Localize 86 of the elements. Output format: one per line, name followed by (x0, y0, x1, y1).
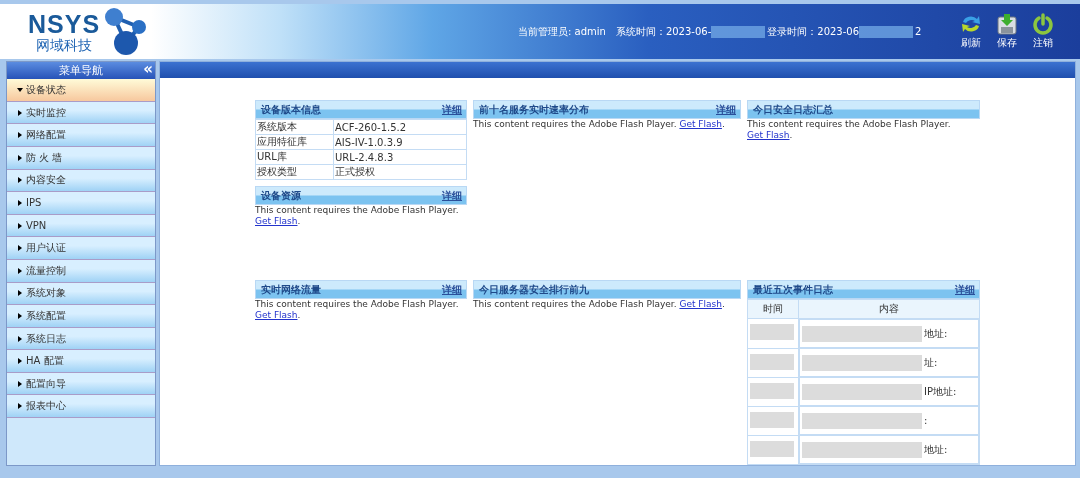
logout-button[interactable]: 注销 (1032, 13, 1054, 51)
table-cell: AIS-IV-1.0.3.9 (333, 134, 467, 150)
caret-icon (17, 132, 23, 139)
redacted-block (750, 411, 794, 428)
login-time: 2 (915, 26, 922, 38)
system-time: 系统时间：2023-06- (615, 24, 712, 39)
menu-item[interactable]: 内容安全 (7, 169, 155, 193)
flash-message: This content requires the Adobe Flash Player. Get Flash. (747, 119, 952, 142)
sidebar-title: 菜单导航 (59, 63, 103, 79)
caret-icon (17, 267, 23, 274)
menu-item[interactable]: 用户认证 (7, 237, 155, 260)
menu-item[interactable]: 网络配置 (7, 124, 155, 147)
menu-item[interactable]: 流量控制 (7, 259, 155, 283)
menu-item[interactable]: 系统配置 (7, 305, 155, 328)
panel-title: 设备版本信息 (261, 102, 321, 117)
caret-icon (17, 380, 23, 387)
detail-link[interactable]: 详细 (716, 102, 736, 117)
logo-text: NSYS (28, 10, 101, 37)
caret-icon (17, 154, 23, 161)
menu-item[interactable]: HA 配置 (7, 350, 155, 373)
caret-icon (17, 312, 23, 319)
flash-message: This content requires the Adobe Flash Player. Get Flash. (473, 119, 726, 131)
table-cell: URL-2.4.8.3 (333, 149, 467, 165)
panel-title: 设备资源 (261, 188, 301, 203)
caret-icon (17, 86, 23, 93)
caret-icon (17, 335, 23, 342)
refresh-button[interactable]: 刷新 (960, 13, 982, 51)
menu-item[interactable]: 系统对象 (7, 282, 155, 306)
menu-item[interactable]: 系统日志 (7, 327, 155, 351)
detail-link[interactable]: 详细 (955, 282, 975, 297)
column-header: 时间 (747, 299, 799, 319)
table-cell: 正式授权 (333, 164, 467, 180)
flash-message: This content requires the Adobe Flash Player. Get Flash. (473, 299, 726, 311)
caret-icon (17, 290, 23, 297)
menu-item[interactable]: 实时监控 (7, 101, 155, 125)
table-cell: 地址: (924, 326, 948, 341)
collapse-icon[interactable]: « (143, 60, 153, 79)
column-header: 内容 (798, 299, 980, 319)
flash-message: This content requires the Adobe Flash Player. Get Flash. (255, 205, 460, 228)
redacted-block (750, 382, 794, 399)
table-cell: URL库 (255, 149, 334, 165)
redacted-block (750, 440, 794, 457)
caret-icon (17, 199, 23, 206)
get-flash-link[interactable]: Get Flash (679, 119, 722, 130)
redacted-block (711, 25, 766, 38)
table-cell: 系统版本 (255, 119, 334, 135)
table-cell: 授权类型 (255, 164, 334, 180)
power-icon (1032, 13, 1054, 36)
panel-title: 最近五次事件日志 (753, 282, 833, 297)
table-cell: : (924, 415, 928, 427)
caret-icon (17, 177, 23, 184)
logo-subtitle: 网域科技 (36, 36, 93, 53)
menu-item[interactable]: 报表中心 (7, 395, 155, 419)
redacted-block (750, 324, 794, 341)
menu-item[interactable]: IPS (7, 192, 155, 215)
get-flash-link[interactable]: Get Flash (255, 310, 298, 321)
detail-link[interactable]: 详细 (442, 102, 462, 117)
caret-icon (17, 403, 23, 410)
caret-icon (17, 358, 23, 365)
detail-link[interactable]: 详细 (442, 282, 462, 297)
caret-icon (17, 245, 23, 252)
admin-label: 当前管理员: admin (518, 24, 606, 39)
menu-item[interactable]: 设备状态 (7, 79, 155, 102)
redacted-block (750, 353, 794, 370)
panel-title: 今日安全日志汇总 (753, 102, 833, 117)
menu-item[interactable]: VPN (7, 214, 155, 238)
caret-icon (17, 222, 23, 229)
panel-title: 实时网络流量 (261, 282, 321, 297)
get-flash-link[interactable]: Get Flash (747, 130, 790, 141)
table-cell: 地址: (924, 442, 948, 457)
panel-title: 前十名服务实时速率分布 (479, 102, 589, 117)
table-cell: 应用特征库 (255, 134, 334, 150)
caret-icon (17, 109, 23, 116)
detail-link[interactable]: 详细 (442, 188, 462, 203)
menu-item[interactable]: 配置向导 (7, 372, 155, 396)
get-flash-link[interactable]: Get Flash (679, 299, 722, 310)
redacted-block (859, 25, 914, 38)
flash-message: This content requires the Adobe Flash Player. Get Flash. (255, 299, 460, 322)
save-button[interactable]: 保存 (996, 13, 1018, 51)
table-cell: 址: (924, 355, 938, 370)
panel-title: 今日服务器安全排行前九 (479, 282, 589, 297)
login-time: 登录时间：2023-06 (767, 24, 860, 39)
get-flash-link[interactable]: Get Flash (255, 216, 298, 227)
menu-item[interactable]: 防 火 墙 (7, 146, 155, 170)
table-cell: ACF-260-1.5.2 (333, 119, 467, 135)
table-cell: IP地址: (924, 384, 957, 399)
